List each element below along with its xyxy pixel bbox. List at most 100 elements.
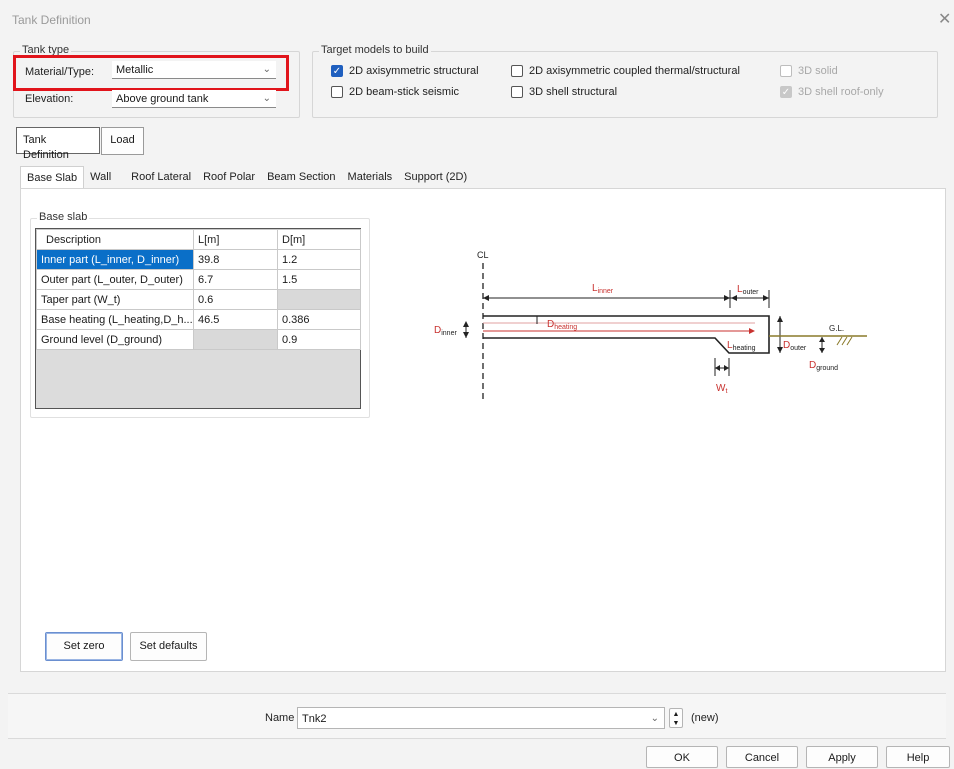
row-description[interactable]: Outer part (L_outer, D_outer)	[36, 269, 194, 290]
material-label: Material/Type:	[25, 66, 95, 78]
cancel-button[interactable]: Cancel	[726, 746, 798, 768]
cell-d[interactable]: 0.9	[277, 329, 361, 350]
row-description[interactable]: Inner part (L_inner, D_inner)	[36, 249, 194, 270]
arrowhead-icon	[819, 337, 825, 342]
l-outer-label: Louter	[737, 284, 759, 296]
target-models-group: Target models to build	[312, 44, 938, 118]
row-description[interactable]: Ground level (D_ground)	[36, 329, 194, 350]
row-description[interactable]: Base heating (L_heating,D_h...	[36, 309, 194, 330]
table-row[interactable]: Taper part (W_t) 0.6	[36, 289, 361, 310]
checkbox-checked-icon: ✓	[331, 65, 343, 77]
arrowhead-icon	[724, 365, 729, 371]
name-spinner[interactable]: ▲ ▼	[669, 708, 683, 728]
cell-d[interactable]: 1.2	[277, 249, 361, 270]
table-row[interactable]: Outer part (L_outer, D_outer) 6.7 1.5	[36, 269, 361, 290]
sub-tab-bar: Base Slab Wall Roof Lateral Roof Polar B…	[20, 166, 473, 188]
checkbox-checked-disabled-icon: ✓	[780, 86, 792, 98]
column-header-d[interactable]: D[m]	[277, 229, 361, 250]
chevron-down-icon: ⌄	[262, 64, 271, 75]
checkbox-2d-beam-stick-seismic[interactable]: 2D beam-stick seismic	[331, 86, 459, 98]
row-description[interactable]: Taper part (W_t)	[36, 289, 194, 310]
base-slab-diagram-svg: CL Linner Louter Dinner Dheating Lheatin…	[434, 250, 867, 403]
apply-button[interactable]: Apply	[806, 746, 878, 768]
chevron-down-icon[interactable]: ▼	[670, 719, 682, 728]
elevation-select[interactable]: Above ground tank ⌄	[112, 90, 276, 108]
column-header-l[interactable]: L[m]	[193, 229, 278, 250]
material-type-value: Metallic	[116, 64, 154, 76]
cell-l[interactable]: 0.6	[193, 289, 278, 310]
chevron-down-icon: ⌄	[650, 713, 659, 724]
l-inner-label: Linner	[592, 283, 614, 295]
material-type-select[interactable]: Metallic ⌄	[112, 61, 276, 79]
ok-button[interactable]: OK	[646, 746, 718, 768]
arrowhead-icon	[819, 348, 825, 353]
base-slab-table: Description L[m] D[m] Inner part (L_inne…	[36, 229, 361, 350]
subtab-roof-lateral[interactable]: Roof Lateral	[125, 166, 197, 188]
table-row[interactable]: Inner part (L_inner, D_inner) 39.8 1.2	[36, 249, 361, 270]
chevron-up-icon[interactable]: ▲	[670, 710, 682, 719]
checkbox-3d-shell-roof-only: ✓ 3D shell roof-only	[780, 86, 884, 98]
cl-label: CL	[477, 250, 489, 260]
checkbox-disabled-icon	[780, 65, 792, 77]
gl-label: G.L.	[829, 324, 844, 333]
arrowhead-icon	[724, 295, 730, 301]
cell-d[interactable]: 0.386	[277, 309, 361, 330]
elevation-value: Above ground tank	[116, 93, 209, 105]
checkbox-2d-axisymmetric-structural[interactable]: ✓ 2D axisymmetric structural	[331, 65, 479, 77]
checkbox-icon	[511, 86, 523, 98]
cell-l[interactable]: 46.5	[193, 309, 278, 330]
l-heating-label: Lheating	[727, 340, 756, 352]
checkbox-2d-coupled-thermal[interactable]: 2D axisymmetric coupled thermal/structur…	[511, 65, 740, 77]
arrowhead-icon	[777, 316, 783, 322]
elevation-label: Elevation:	[25, 93, 74, 105]
tab-tank-definition[interactable]: Tank Definition	[16, 127, 100, 161]
set-defaults-button[interactable]: Set defaults	[130, 632, 207, 661]
d-inner-label: Dinner	[434, 325, 457, 337]
arrowhead-icon	[715, 365, 720, 371]
arrowhead-icon	[763, 295, 769, 301]
cell-l-disabled	[193, 329, 278, 350]
arrowhead-icon	[731, 295, 737, 301]
checkbox-icon	[511, 65, 523, 77]
name-label: Name	[265, 712, 295, 724]
base-slab-table-container: Description L[m] D[m] Inner part (L_inne…	[35, 228, 361, 409]
subtab-base-slab[interactable]: Base Slab	[20, 166, 85, 188]
table-row[interactable]: Base heating (L_heating,D_h... 46.5 0.38…	[36, 309, 361, 330]
cell-d-disabled	[277, 289, 361, 310]
d-ground-label: Dground	[809, 360, 838, 372]
arrowhead-icon	[463, 321, 469, 327]
chevron-down-icon: ⌄	[262, 93, 271, 104]
d-heating-label: Dheating	[547, 319, 577, 331]
table-row[interactable]: Ground level (D_ground) 0.9	[36, 329, 361, 350]
cell-l[interactable]: 6.7	[193, 269, 278, 290]
subtab-support-2d[interactable]: Support (2D)	[398, 166, 473, 188]
cell-d[interactable]: 1.5	[277, 269, 361, 290]
cell-l[interactable]: 39.8	[193, 249, 278, 270]
base-slab-group-label: Base slab	[37, 211, 90, 223]
new-label: (new)	[691, 712, 719, 724]
arrowhead-icon	[463, 332, 469, 338]
checkbox-3d-shell-structural[interactable]: 3D shell structural	[511, 86, 617, 98]
checkbox-3d-solid: 3D solid	[780, 65, 838, 77]
subtab-materials[interactable]: Materials	[342, 166, 399, 188]
subtab-wall[interactable]: Wall	[84, 166, 117, 188]
set-zero-button[interactable]: Set zero	[45, 632, 123, 661]
wt-label: Wt	[716, 383, 727, 395]
arrowhead-icon	[483, 295, 489, 301]
ground-hatch-icon	[836, 336, 853, 346]
arrowhead-icon	[749, 328, 755, 334]
column-header-description[interactable]: Description	[36, 229, 194, 250]
name-combo[interactable]: Tnk2 ⌄	[297, 707, 665, 729]
name-value: Tnk2	[302, 713, 327, 725]
checkbox-icon	[331, 86, 343, 98]
table-header-row: Description L[m] D[m]	[36, 229, 361, 250]
base-slab-diagram: CL Linner Louter Dinner Dheating Lheatin…	[397, 238, 887, 420]
d-outer-label: Douter	[783, 340, 807, 352]
subtab-beam-section[interactable]: Beam Section	[261, 166, 341, 188]
close-icon[interactable]: ✕	[938, 9, 951, 29]
subtab-roof-polar[interactable]: Roof Polar	[197, 166, 261, 188]
window-title: Tank Definition	[12, 13, 91, 27]
help-button[interactable]: Help	[886, 746, 950, 768]
target-models-label: Target models to build	[319, 44, 431, 56]
tab-load[interactable]: Load	[101, 127, 144, 155]
